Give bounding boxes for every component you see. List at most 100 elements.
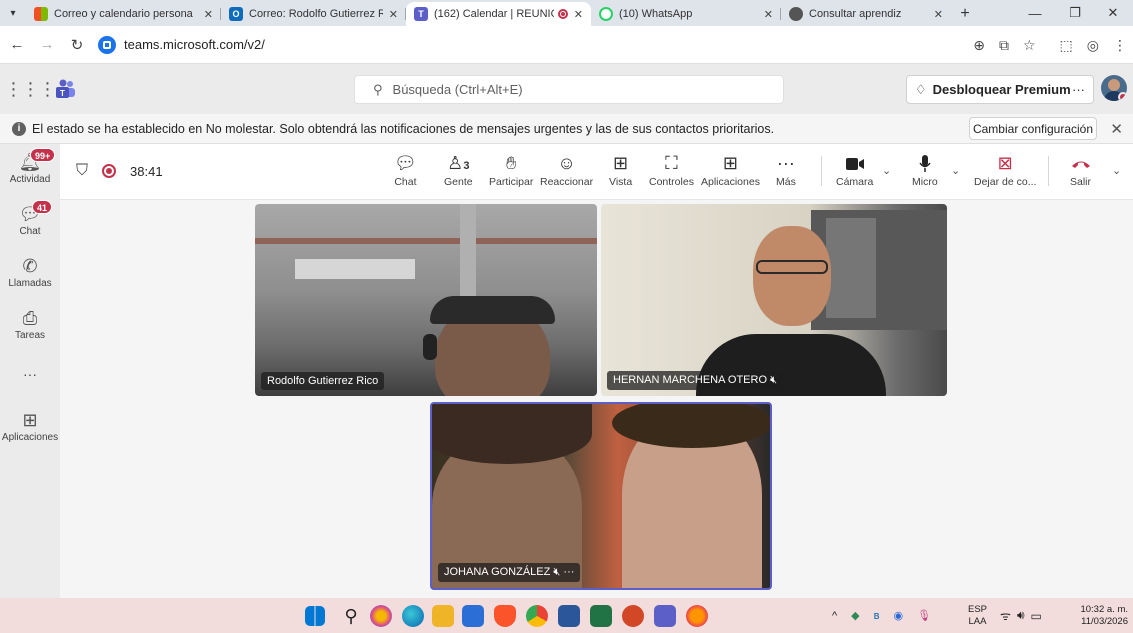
back-icon[interactable]: ← [2, 36, 32, 53]
people-button[interactable]: ♙3 Gente [444, 152, 473, 188]
profile-icon[interactable]: ◎ [1087, 37, 1099, 54]
restore-icon[interactable]: ❐ [1055, 0, 1095, 26]
close-icon[interactable]: ✕ [934, 8, 943, 21]
microsoft-icon [34, 7, 48, 21]
rail-item-calls[interactable]: ✆ Llamadas [0, 256, 60, 289]
firefox-icon[interactable] [686, 605, 708, 627]
cast-icon[interactable]: ⧉ [999, 37, 1009, 54]
browser-tab-aprendiz[interactable]: Consultar aprendiz ✕ [781, 2, 951, 26]
browser-tab-calendar[interactable]: T (162) Calendar | REUNIÓ ✕ [406, 2, 591, 26]
clock-date: 11/03/2026 [1081, 615, 1128, 627]
tray-app-icon[interactable]: ◉ [893, 609, 903, 622]
store-icon[interactable] [462, 605, 484, 627]
rail-item-more[interactable]: ··· [0, 366, 60, 382]
rail-item-activity[interactable]: 🔔︎ 99+ Actividad [0, 148, 60, 185]
apps-button[interactable]: ⊞ Aplicaciones [701, 152, 760, 188]
leave-button[interactable]: Salir [1070, 152, 1091, 188]
site-info-icon[interactable] [98, 35, 116, 54]
avatar[interactable] [1101, 75, 1127, 101]
rail-item-tasks[interactable]: ⎙ Tareas [0, 308, 60, 341]
chrome-icon[interactable] [526, 605, 548, 627]
leave-options-chevron-icon[interactable]: ⌄ [1112, 164, 1121, 177]
camera-options-chevron-icon[interactable]: ⌄ [882, 164, 891, 177]
browser-tab-whatsapp[interactable]: (10) WhatsApp ✕ [591, 2, 781, 26]
video-tile-hernan[interactable]: HERNAN MARCHENA OTERO 🔇︎ [601, 204, 947, 396]
more-options-icon[interactable]: ··· [1072, 82, 1085, 97]
excel-icon[interactable] [590, 605, 612, 627]
extensions-icon[interactable]: ⬚ [1060, 37, 1073, 54]
rail-label: Chat [19, 226, 41, 237]
close-icon[interactable]: ✕ [389, 8, 398, 21]
close-icon[interactable]: ✕ [1110, 120, 1123, 138]
close-icon[interactable]: ✕ [204, 8, 213, 21]
recording-icon [557, 9, 568, 19]
windows-start-icon[interactable] [305, 606, 325, 626]
browser-tab-outlook[interactable]: O Correo: Rodolfo Gutierrez Ri ✕ [221, 2, 406, 26]
raise-label: Participar [489, 176, 534, 188]
wifi-icon[interactable]: ᯤ [1000, 607, 1011, 624]
view-label: Vista [609, 176, 633, 188]
tasks-icon: ⎙ [22, 308, 38, 328]
volume-icon[interactable]: 🔊︎ [1017, 608, 1025, 623]
copilot-icon[interactable] [370, 605, 392, 627]
shield-icon[interactable]: ⛉ [76, 162, 88, 180]
browser-menu-icon[interactable]: ⋮ [1113, 37, 1127, 54]
reload-icon[interactable]: ↻ [62, 36, 92, 54]
new-tab-button[interactable]: + [951, 2, 979, 26]
search-input[interactable]: ⚲ Búsqueda (Ctrl+Alt+E) [354, 75, 784, 104]
battery-icon[interactable]: ▭ [1031, 609, 1042, 623]
file-explorer-icon[interactable] [432, 605, 454, 627]
powerpoint-icon[interactable] [622, 605, 644, 627]
clock[interactable]: 10:32 a. m. 11/03/2026 [1070, 598, 1128, 633]
smiley-icon: ☺ [557, 153, 576, 173]
window-close-icon[interactable]: ✕ [1093, 0, 1133, 26]
search-icon: ⚲ [373, 81, 383, 97]
browser-tab-mail[interactable]: Correo y calendario persona ✕ [26, 2, 221, 26]
rail-label: Actividad [9, 174, 51, 185]
raise-hand-button[interactable]: ✋︎ Participar [489, 152, 533, 188]
bookmark-star-icon[interactable]: ☆ [1023, 37, 1036, 54]
close-icon[interactable]: ✕ [574, 8, 583, 21]
bell-icon: 🔔︎ 99+ [0, 148, 60, 174]
view-button[interactable]: ⊞ Vista [609, 152, 632, 188]
close-icon[interactable]: ✕ [764, 8, 773, 21]
show-hidden-icons-icon[interactable]: ^ [832, 610, 837, 622]
search-placeholder: Búsqueda (Ctrl+Alt+E) [392, 82, 523, 97]
controls-button[interactable]: ⛶ Controles [649, 152, 694, 188]
forward-icon[interactable]: → [32, 36, 62, 53]
mic-button[interactable]: Micro [912, 152, 938, 188]
more-label: Más [776, 176, 796, 188]
stop-sharing-button[interactable]: ⊠ Dejar de co... [974, 152, 1036, 188]
word-icon[interactable] [558, 605, 580, 627]
info-icon: i [12, 121, 26, 136]
tab-search-chevron-icon[interactable]: ▾ [0, 2, 26, 24]
tray-app-icon[interactable]: ◆ [851, 609, 859, 622]
chat-button[interactable]: 💬︎ Chat [394, 152, 417, 188]
zoom-icon[interactable]: ⊕ [973, 37, 985, 54]
minimize-icon[interactable]: — [1015, 0, 1055, 26]
video-tile-rodolfo[interactable]: Rodolfo Gutierrez Rico [255, 204, 597, 396]
more-button[interactable]: ··· Más [776, 152, 796, 188]
rail-item-apps[interactable]: ⊞ Aplicaciones [0, 410, 60, 443]
app-launcher-icon[interactable]: ⋮⋮⋮ [0, 79, 60, 100]
chat-label: Chat [394, 176, 417, 188]
brave-icon[interactable] [494, 605, 516, 627]
teams-icon[interactable] [654, 605, 676, 627]
mic-icon[interactable]: 🎙︎ [917, 609, 931, 622]
url-field[interactable]: teams.microsoft.com/v2/ [98, 31, 1018, 59]
tab-title: Consultar aprendiz [809, 8, 902, 20]
unlock-premium-button[interactable]: ♢ Desbloquear Premium ··· [906, 75, 1094, 104]
react-button[interactable]: ☺ Reaccionar [540, 152, 593, 188]
search-icon[interactable]: ⚲ [340, 605, 362, 627]
bluetooth-icon[interactable]: ʙ [874, 610, 880, 622]
more-options-icon[interactable]: ··· [563, 566, 574, 578]
video-tile-johana[interactable]: JOHANA GONZÁLEZ 🔇︎ ··· [430, 402, 772, 590]
camera-button[interactable]: Cámara [836, 152, 873, 188]
rail-item-chat[interactable]: 💬︎ 41 Chat [0, 200, 60, 237]
change-settings-button[interactable]: Cambiar configuración [969, 117, 1097, 140]
mic-options-chevron-icon[interactable]: ⌄ [951, 164, 960, 177]
participant-name: HERNAN MARCHENA OTERO 🔇︎ [607, 371, 784, 390]
edge-icon[interactable] [402, 605, 424, 627]
language-indicator[interactable]: ESP LAA [968, 598, 987, 633]
app-rail: 🔔︎ 99+ Actividad 💬︎ 41 Chat ✆ Llamadas ⎙ T… [0, 144, 60, 598]
